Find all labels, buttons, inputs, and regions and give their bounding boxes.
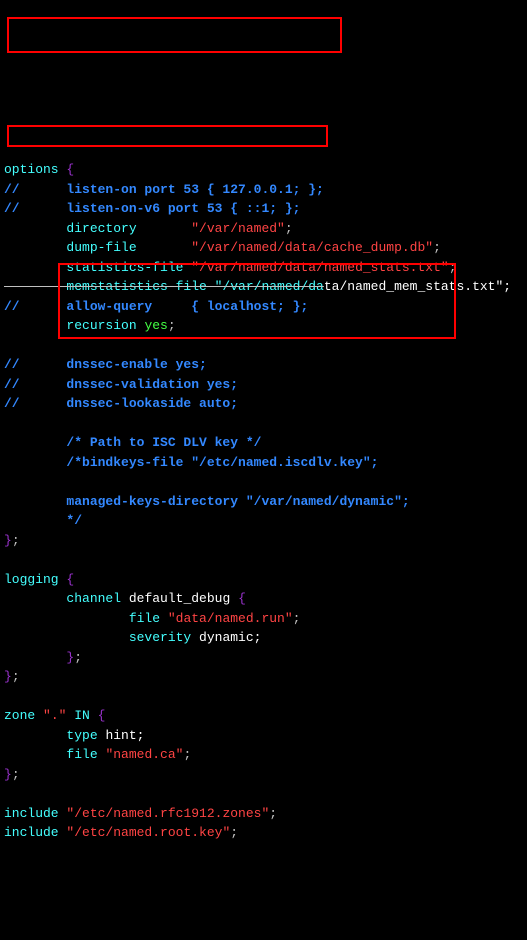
tok: IN: [74, 708, 90, 723]
tok: hint;: [105, 728, 144, 743]
tok: {: [66, 572, 74, 587]
comment-line: // dnssec-lookaside auto;: [4, 396, 238, 411]
tok: ta/named_mem_stats.txt";: [324, 279, 511, 294]
tok: ".": [43, 708, 66, 723]
tok: }: [4, 650, 74, 665]
strike-line: memstatistics-file "/var/named/da: [4, 279, 324, 294]
tok: dynamic;: [199, 630, 261, 645]
comment-line: /* Path to ISC DLV key */: [4, 435, 261, 450]
tok: recursion: [4, 318, 137, 333]
tok: channel: [4, 591, 121, 606]
tok: ;: [12, 533, 20, 548]
tok: "/var/named": [191, 221, 285, 236]
tok: file: [4, 611, 160, 626]
tok: ;: [293, 611, 301, 626]
tok: severity: [4, 630, 191, 645]
tok: ;: [74, 650, 82, 665]
tok: {: [98, 708, 106, 723]
comment-line: /*bindkeys-file "/etc/named.iscdlv.key";: [4, 455, 378, 470]
comment-line: // listen-on-v6 port 53 { ::1; };: [4, 201, 300, 216]
tok: }: [4, 669, 12, 684]
tok: statistics-file: [4, 260, 183, 275]
comment-line: // dnssec-enable yes;: [4, 357, 207, 372]
tok: ;: [12, 767, 20, 782]
tok: "data/named.run": [168, 611, 293, 626]
comment-line: managed-keys-directory "/var/named/dynam…: [4, 494, 410, 509]
tok: include: [4, 825, 59, 840]
tok: directory: [4, 221, 137, 236]
tok: dump-file: [4, 240, 137, 255]
tok: "/var/named/data/named_stats.txt": [191, 260, 448, 275]
tok: ;: [285, 221, 293, 236]
tok: "/etc/named.rfc1912.zones": [66, 806, 269, 821]
tok: ;: [449, 260, 457, 275]
tok: default_debug: [129, 591, 230, 606]
comment-line: */: [4, 513, 82, 528]
tok: ;: [12, 669, 20, 684]
tok: }: [4, 767, 12, 782]
highlight-box-allow-query: [7, 125, 328, 147]
tok: "/var/named/data/cache_dump.db": [191, 240, 433, 255]
tok: ;: [168, 318, 176, 333]
tok: }: [4, 533, 12, 548]
tok: zone: [4, 708, 35, 723]
tok: logging: [4, 572, 59, 587]
tok: "named.ca": [105, 747, 183, 762]
tok: {: [238, 591, 246, 606]
tok: file: [4, 747, 98, 762]
comment-line: // allow-query { localhost; };: [4, 299, 308, 314]
highlight-box-listen: [7, 17, 342, 53]
tok: ;: [230, 825, 238, 840]
tok: "/etc/named.root.key": [66, 825, 230, 840]
tok: include: [4, 806, 59, 821]
tok: options: [4, 162, 59, 177]
code-block: options { // listen-on port 53 { 127.0.0…: [4, 160, 523, 843]
tok: {: [66, 162, 74, 177]
tok: ;: [433, 240, 441, 255]
comment-line: // dnssec-validation yes;: [4, 377, 238, 392]
tok: yes: [144, 318, 167, 333]
tok: ;: [269, 806, 277, 821]
tok: type: [4, 728, 98, 743]
tok: ;: [183, 747, 191, 762]
comment-line: // listen-on port 53 { 127.0.0.1; };: [4, 182, 324, 197]
